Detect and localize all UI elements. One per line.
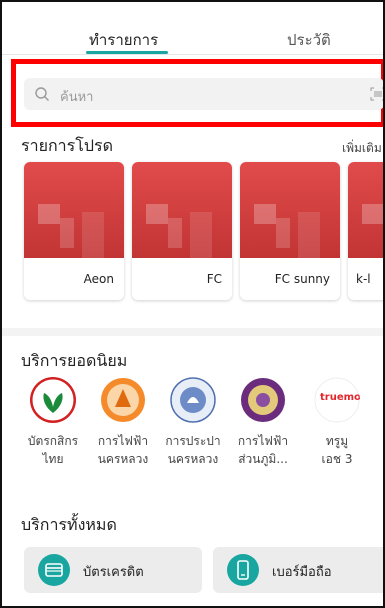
tab-history[interactable]: ประวัติ: [287, 28, 331, 52]
barcode-scan-icon[interactable]: [370, 87, 385, 101]
favorite-card-label: FC: [206, 272, 222, 286]
favorite-card-label: Aeon: [83, 272, 114, 286]
popular-services-list: บัตรกสิกร ไทย การไฟฟ้า นครหลวง การประปา …: [2, 377, 383, 477]
favorite-card[interactable]: FC: [132, 162, 232, 300]
service-mwa[interactable]: การประปา นครหลวง: [158, 377, 228, 468]
credit-card-label: บัตรเครดิต: [83, 565, 144, 580]
pea-logo-icon: [240, 377, 286, 423]
mobile-phone-icon: [227, 554, 259, 586]
favorite-card-image: [132, 162, 232, 258]
favorites-title: รายการโปรด: [21, 136, 113, 155]
favorite-card[interactable]: Aeon: [24, 162, 124, 300]
favorite-card-image: [348, 162, 383, 258]
service-name: การไฟฟ้า ส่วนภูมิ...: [237, 434, 289, 466]
service-truemove[interactable]: truemo ทรูมู เอช 3: [302, 377, 372, 468]
service-pea[interactable]: การไฟฟ้า ส่วนภูมิ...: [228, 377, 298, 468]
favorite-card[interactable]: k-l: [348, 162, 383, 300]
section-divider: [2, 328, 383, 336]
popular-services-title: บริการยอดนิยม: [21, 351, 128, 370]
service-mea[interactable]: การไฟฟ้า นครหลวง: [88, 377, 158, 468]
favorite-card[interactable]: FC sunny: [240, 162, 340, 300]
credit-card-button[interactable]: บัตรเครดิต: [24, 547, 202, 593]
app-screen: ทำรายการ ประวัติ ค้นหา รายการโปรด เพิ่มเ…: [0, 0, 385, 608]
favorite-card-image: [24, 162, 124, 258]
favorite-card-image: [240, 162, 340, 258]
service-kasikorn[interactable]: บัตรกสิกร ไทย: [18, 377, 88, 468]
search-placeholder: ค้นหา: [60, 90, 94, 105]
tabs-divider: [2, 54, 383, 55]
favorites-more-link[interactable]: เพิ่มเติม: [342, 139, 382, 158]
mea-logo-icon: [100, 377, 146, 423]
tab-transactions[interactable]: ทำรายการ: [89, 28, 158, 52]
favorites-list: Aeon FC FC sunny k-l: [24, 162, 383, 302]
credit-card-icon: [38, 554, 70, 586]
kasikorn-logo-icon: [30, 377, 76, 423]
all-services-title: บริการทั้งหมด: [21, 515, 117, 534]
mwa-logo-icon: [170, 377, 216, 423]
favorite-card-label: FC sunny: [274, 272, 330, 286]
search-input[interactable]: ค้นหา: [24, 78, 385, 110]
service-name: ทรูมู เอช 3: [321, 434, 353, 466]
truemove-logo-icon: truemo: [314, 377, 360, 423]
favorite-card-label: k-l: [356, 272, 371, 286]
search-icon: [35, 87, 49, 101]
service-name: การประปา นครหลวง: [165, 434, 221, 466]
mobile-number-button[interactable]: เบอร์มือถือ: [213, 547, 383, 593]
mobile-number-label: เบอร์มือถือ: [272, 565, 332, 580]
service-name: บัตรกสิกร ไทย: [27, 434, 79, 466]
service-name: การไฟฟ้า นครหลวง: [97, 434, 149, 466]
top-tabs: ทำรายการ ประวัติ: [2, 2, 383, 55]
